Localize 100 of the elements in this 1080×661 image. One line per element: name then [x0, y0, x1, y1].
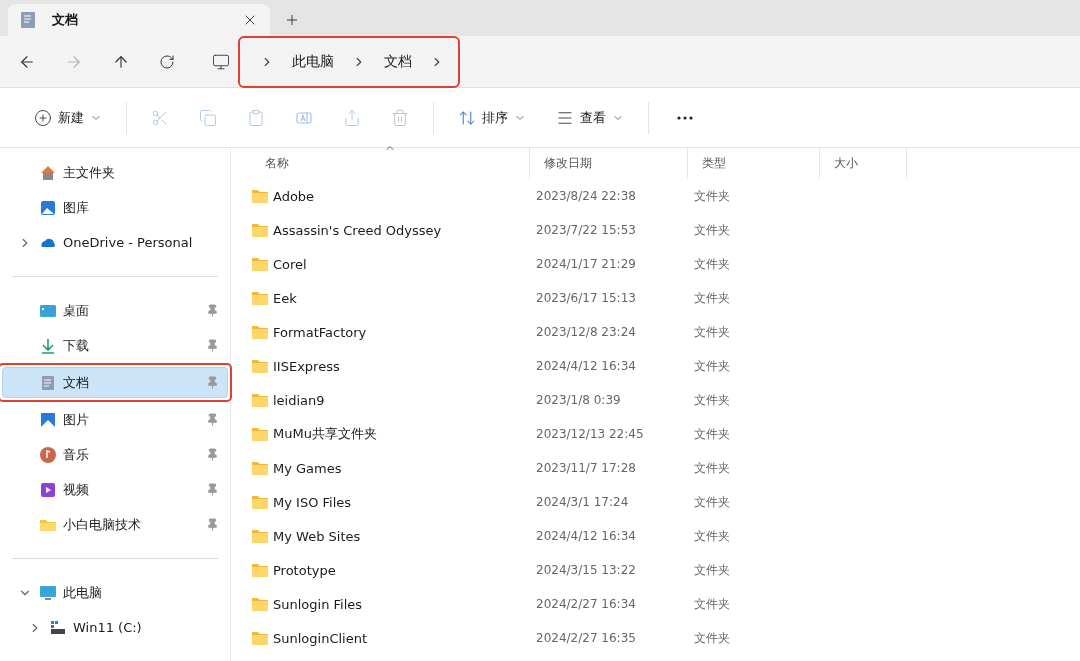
sidebar-label: 音乐 [63, 445, 90, 464]
gallery-icon [39, 198, 57, 217]
pin-icon[interactable] [206, 448, 219, 461]
pin-icon[interactable] [206, 483, 219, 496]
file-name: My Games [273, 460, 342, 476]
file-name: IISExpress [273, 358, 340, 374]
type-cell-text: 文件夹 [693, 493, 731, 511]
scissors-icon [151, 108, 169, 127]
column-header[interactable]: 类型 [688, 148, 820, 179]
new-button[interactable]: 新建 [22, 99, 114, 136]
file-row[interactable]: leidian9 2023/1/8 0:39 文件夹 [251, 383, 1080, 417]
type-cell-text: 文件夹 [693, 425, 731, 443]
breadcrumb-item[interactable]: 文档 [384, 52, 412, 71]
folder-icon [251, 562, 269, 578]
file-row[interactable]: FormatFactory 2023/12/8 23:24 文件夹 [251, 315, 1080, 349]
sidebar-item[interactable]: 主文件夹 [2, 157, 228, 188]
plus-icon [284, 12, 300, 28]
video-icon [39, 480, 57, 499]
refresh-button[interactable] [159, 53, 175, 70]
sidebar-item[interactable]: 图片 [2, 404, 228, 435]
folder-icon [251, 494, 269, 510]
folder-icon [251, 324, 269, 340]
file-name: Adobe [273, 188, 315, 204]
file-row[interactable]: Corel 2024/1/17 21:29 文件夹 [251, 247, 1080, 281]
sidebar-label: 此电脑 [63, 583, 103, 602]
sidebar-label: 视频 [63, 480, 90, 499]
date-cell-text: 2023/7/22 15:53 [535, 223, 637, 237]
clipboard-icon [247, 108, 265, 127]
music-icon [39, 445, 57, 464]
column-header[interactable]: 名称 [251, 148, 530, 179]
file-row[interactable]: SunloginClient 2024/2/27 16:35 文件夹 [251, 621, 1080, 655]
file-row[interactable]: Assassin's Creed Odyssey 2023/7/22 15:53 文件夹 [251, 213, 1080, 247]
file-row[interactable]: Eek 2023/6/17 15:13 文件夹 [251, 281, 1080, 315]
plus-icon [34, 108, 52, 127]
sidebar-item[interactable]: OneDrive - Personal [2, 227, 228, 258]
folder-icon [251, 188, 269, 204]
date-cell-text: 2024/4/12 16:34 [535, 529, 637, 543]
file-row[interactable]: MuMu共享文件夹 2023/12/13 22:45 文件夹 [251, 417, 1080, 451]
computer-icon[interactable] [212, 52, 230, 71]
sidebar-item[interactable]: 图库 [2, 192, 228, 223]
sort-icon [458, 108, 476, 127]
folder-icon [251, 426, 269, 442]
type-cell-text: 文件夹 [693, 221, 731, 239]
share-icon [343, 108, 361, 127]
column-header[interactable]: 大小 [820, 148, 907, 179]
picture-icon [39, 410, 57, 429]
type-cell-text: 文件夹 [693, 561, 731, 579]
date-cell-text: 2023/6/17 15:13 [535, 291, 637, 305]
pin-icon[interactable] [206, 376, 219, 389]
date-cell-text: 2024/3/1 17:24 [535, 495, 630, 509]
file-row[interactable]: My Games 2023/11/7 17:28 文件夹 [251, 451, 1080, 485]
file-row[interactable]: Adobe 2023/8/24 22:38 文件夹 [251, 179, 1080, 213]
date-cell-text: 2023/1/8 0:39 [535, 393, 622, 407]
sidebar-label: 图库 [63, 198, 90, 217]
sidebar-label: 文档 [63, 373, 90, 392]
sidebar-item[interactable]: 文档 [2, 367, 228, 398]
sidebar-item[interactable]: 小白电脑技术 [2, 509, 228, 540]
type-cell-text: 文件夹 [693, 289, 731, 307]
file-name: Eek [273, 290, 297, 306]
folder-icon [251, 460, 269, 476]
sidebar-item[interactable]: 桌面 [2, 295, 228, 326]
sidebar-item[interactable]: 下载 [2, 330, 228, 361]
date-cell-text: 2023/11/7 17:28 [535, 461, 637, 475]
type-cell-text: 文件夹 [693, 357, 731, 375]
file-row[interactable]: Prototype 2024/3/15 13:22 文件夹 [251, 553, 1080, 587]
folder-icon [251, 596, 269, 612]
folder-icon [251, 392, 269, 408]
file-row[interactable]: My Web Sites 2024/4/12 16:34 文件夹 [251, 519, 1080, 553]
date-cell-text: 2023/12/8 23:24 [535, 325, 637, 339]
sidebar-item[interactable]: 此电脑 [2, 577, 228, 608]
sidebar-label: 图片 [63, 410, 90, 429]
date-cell-text: 2024/2/27 16:34 [535, 597, 637, 611]
pin-icon[interactable] [206, 339, 219, 352]
date-cell-text: 2024/3/15 13:22 [535, 563, 637, 577]
sidebar-item[interactable]: 视频 [2, 474, 228, 505]
pin-icon[interactable] [206, 304, 219, 317]
file-name: SunloginClient [273, 630, 368, 646]
sidebar-label: 小白电脑技术 [63, 515, 142, 534]
pin-icon[interactable] [206, 518, 219, 531]
sort-button[interactable]: 排序 [446, 99, 538, 136]
date-cell-text: 2024/2/27 16:35 [535, 631, 637, 645]
file-row[interactable]: My ISO Files 2024/3/1 17:24 文件夹 [251, 485, 1080, 519]
window-tab[interactable]: 文档 [8, 4, 270, 36]
file-name: FormatFactory [273, 324, 367, 340]
file-name: Corel [273, 256, 307, 272]
file-row[interactable]: Sunlogin Files 2024/2/27 16:34 文件夹 [251, 587, 1080, 621]
folder-icon [251, 630, 269, 646]
file-row[interactable]: IISExpress 2024/4/12 16:34 文件夹 [251, 349, 1080, 383]
sidebar-label: 下载 [63, 336, 90, 355]
sidebar-label: 主文件夹 [63, 163, 116, 182]
sidebar-item[interactable]: Win11 (C:) [2, 612, 228, 643]
breadcrumb-item[interactable]: 此电脑 [292, 52, 334, 71]
folder-icon [251, 256, 269, 272]
sidebar-label: OneDrive - Personal [63, 235, 194, 250]
view-button[interactable]: 查看 [544, 99, 636, 136]
pin-icon[interactable] [206, 413, 219, 426]
column-header[interactable]: 修改日期 [530, 148, 688, 179]
sidebar-label: Win11 (C:) [73, 620, 143, 635]
copy-icon [199, 108, 217, 127]
sidebar-item[interactable]: 音乐 [2, 439, 228, 470]
